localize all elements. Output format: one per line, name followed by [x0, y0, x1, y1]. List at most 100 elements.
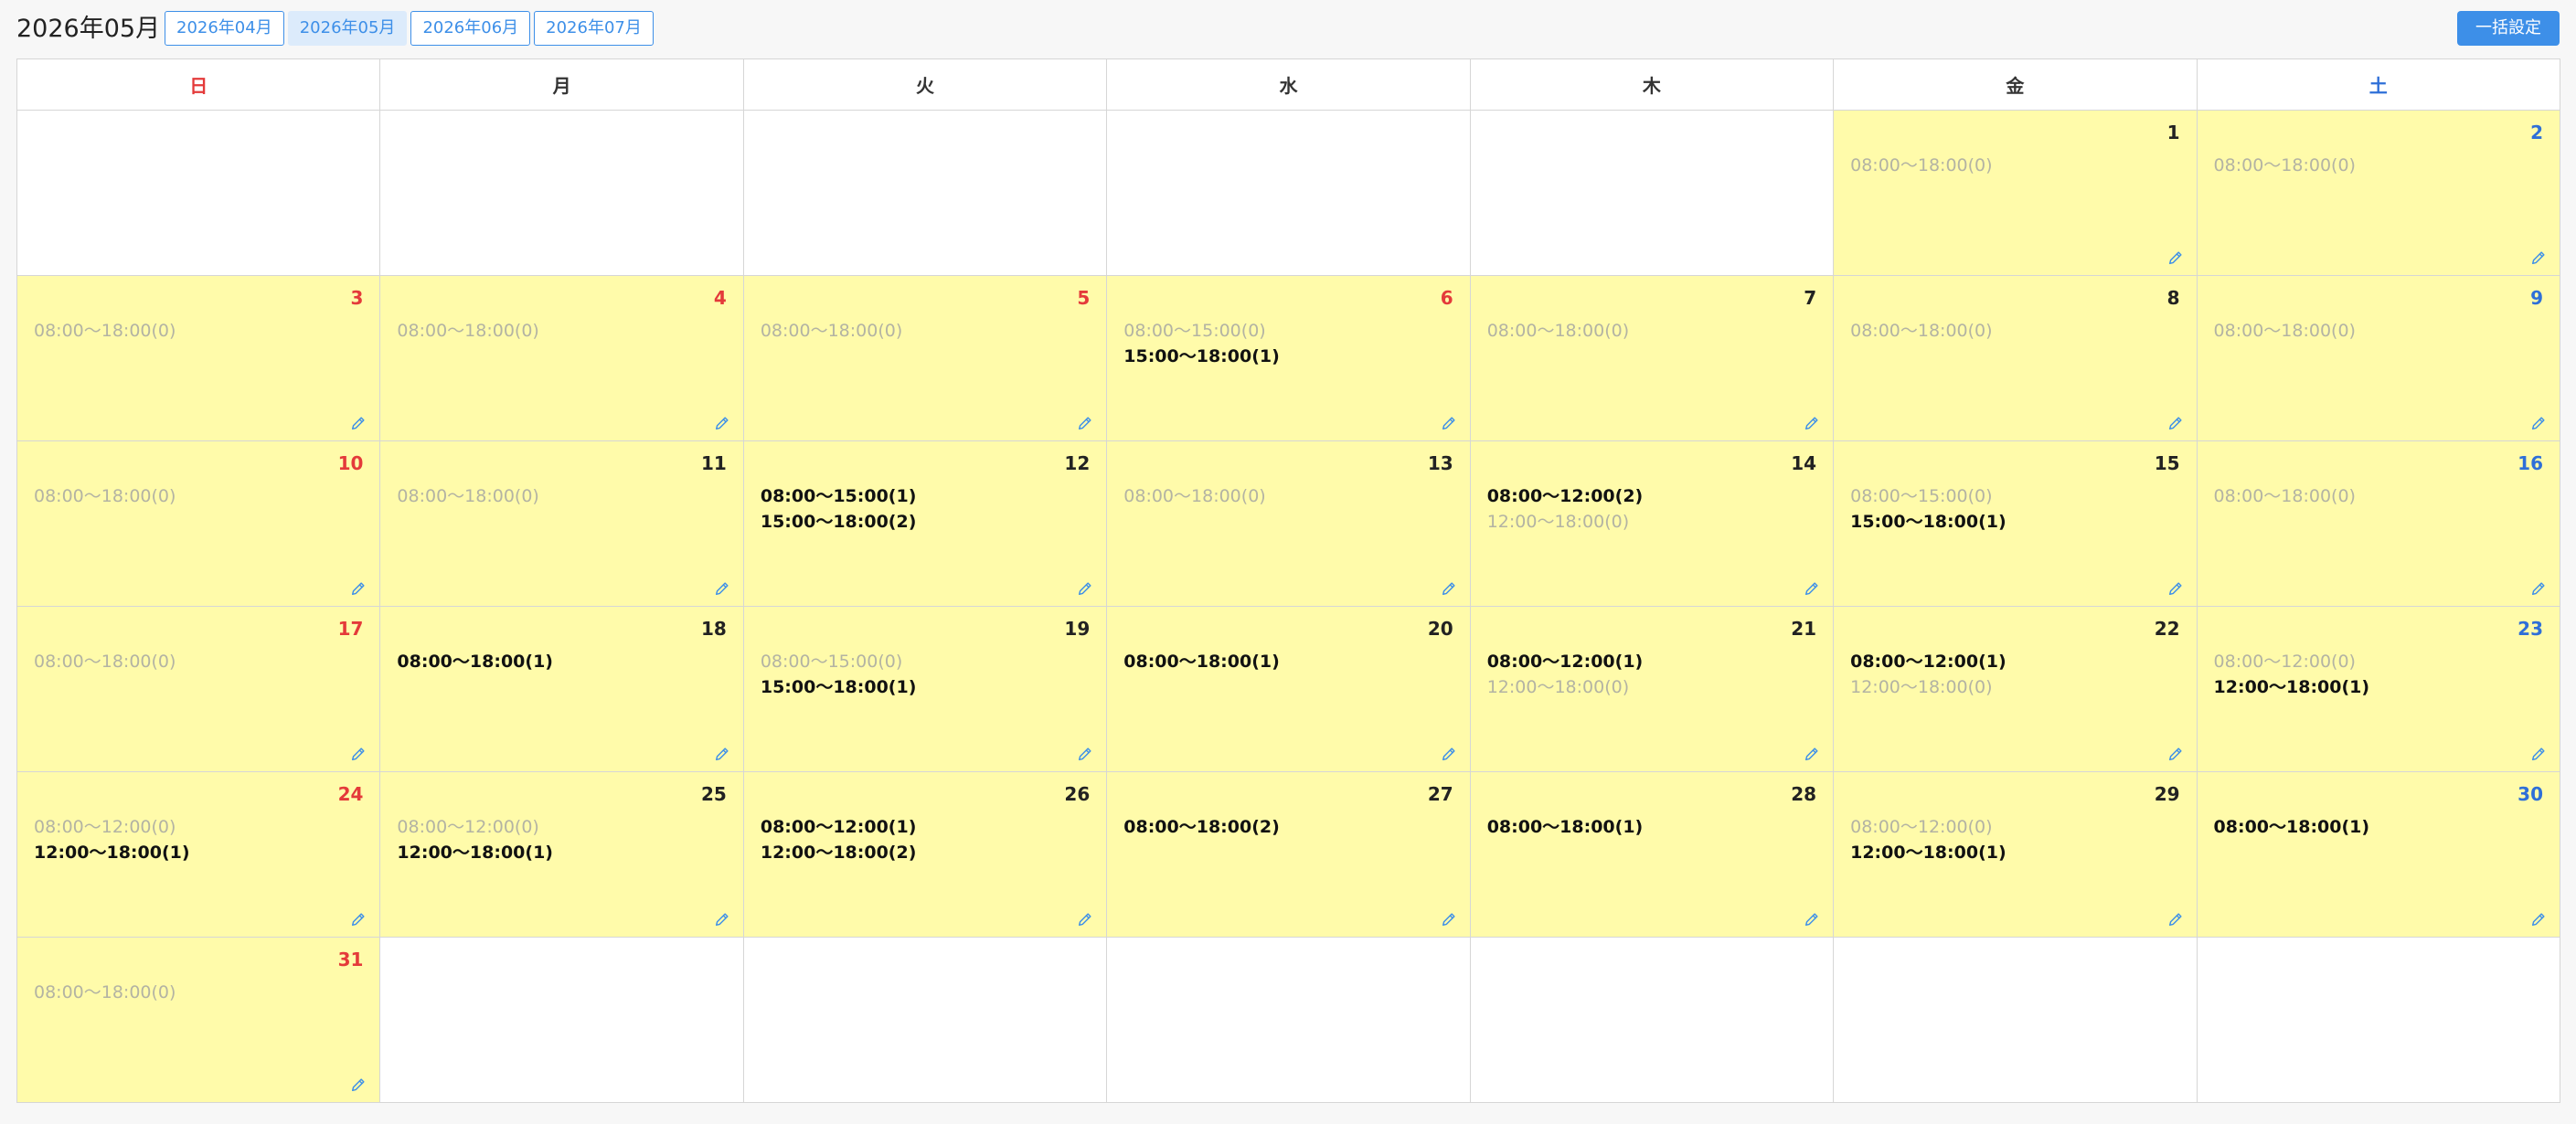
bulk-settings-button[interactable]: 一括設定	[2457, 11, 2560, 46]
calendar-day-cell[interactable]: 15 08:00〜15:00(0) 15:00〜18:00(1)	[1833, 440, 2198, 607]
time-slot[interactable]: 08:00〜12:00(0)	[34, 814, 363, 840]
calendar-day-cell[interactable]: 12 08:00〜15:00(1) 15:00〜18:00(2)	[742, 440, 1108, 607]
pencil-icon[interactable]	[2530, 249, 2547, 266]
time-slot[interactable]: 08:00〜18:00(0)	[34, 318, 363, 344]
calendar-day-cell[interactable]: 29 08:00〜12:00(0) 12:00〜18:00(1)	[1833, 771, 2198, 938]
time-slot[interactable]: 08:00〜18:00(0)	[34, 980, 363, 1005]
pencil-icon[interactable]	[2530, 746, 2547, 762]
pencil-icon[interactable]	[1804, 415, 1820, 431]
pencil-icon[interactable]	[1441, 415, 1457, 431]
pencil-icon[interactable]	[350, 415, 367, 431]
time-slot[interactable]: 08:00〜18:00(0)	[34, 483, 363, 509]
time-slot[interactable]: 08:00〜15:00(1)	[761, 483, 1090, 509]
calendar-day-cell[interactable]: 31 08:00〜18:00(0)	[16, 937, 381, 1103]
calendar-day-cell[interactable]: 9 08:00〜18:00(0)	[2196, 275, 2561, 441]
time-slot[interactable]: 08:00〜18:00(0)	[397, 483, 726, 509]
calendar-day-cell[interactable]: 27 08:00〜18:00(2)	[1106, 771, 1471, 938]
calendar-day-cell[interactable]: 4 08:00〜18:00(0)	[379, 275, 744, 441]
pencil-icon[interactable]	[714, 911, 730, 928]
pencil-icon[interactable]	[2167, 911, 2184, 928]
time-slot[interactable]: 08:00〜15:00(0)	[1850, 483, 2179, 509]
pencil-icon[interactable]	[350, 911, 367, 928]
pencil-icon[interactable]	[2530, 911, 2547, 928]
time-slot[interactable]: 08:00〜18:00(0)	[2214, 318, 2543, 344]
calendar-day-cell[interactable]: 8 08:00〜18:00(0)	[1833, 275, 2198, 441]
calendar-day-cell[interactable]: 20 08:00〜18:00(1)	[1106, 606, 1471, 772]
calendar-day-cell[interactable]: 18 08:00〜18:00(1)	[379, 606, 744, 772]
pencil-icon[interactable]	[1804, 580, 1820, 597]
calendar-day-cell[interactable]: 21 08:00〜12:00(1) 12:00〜18:00(0)	[1469, 606, 1835, 772]
time-slot[interactable]: 08:00〜15:00(0)	[761, 649, 1090, 674]
time-slot[interactable]: 12:00〜18:00(1)	[397, 840, 726, 865]
time-slot[interactable]: 08:00〜18:00(0)	[1123, 483, 1453, 509]
time-slot[interactable]: 08:00〜12:00(1)	[761, 814, 1090, 840]
calendar-day-cell[interactable]: 26 08:00〜12:00(1) 12:00〜18:00(2)	[742, 771, 1108, 938]
month-button-2[interactable]: 2026年06月	[410, 11, 531, 46]
time-slot[interactable]: 08:00〜18:00(1)	[2214, 814, 2543, 840]
pencil-icon[interactable]	[1441, 580, 1457, 597]
pencil-icon[interactable]	[2530, 415, 2547, 431]
time-slot[interactable]: 08:00〜12:00(1)	[1850, 649, 2179, 674]
pencil-icon[interactable]	[2167, 249, 2184, 266]
calendar-day-cell[interactable]: 3 08:00〜18:00(0)	[16, 275, 381, 441]
time-slot[interactable]: 08:00〜18:00(0)	[2214, 483, 2543, 509]
pencil-icon[interactable]	[1077, 911, 1093, 928]
pencil-icon[interactable]	[1441, 911, 1457, 928]
pencil-icon[interactable]	[714, 746, 730, 762]
calendar-day-cell[interactable]: 11 08:00〜18:00(0)	[379, 440, 744, 607]
time-slot[interactable]: 08:00〜18:00(0)	[1850, 153, 2179, 178]
calendar-day-cell[interactable]: 25 08:00〜12:00(0) 12:00〜18:00(1)	[379, 771, 744, 938]
calendar-day-cell[interactable]: 10 08:00〜18:00(0)	[16, 440, 381, 607]
time-slot[interactable]: 15:00〜18:00(1)	[1123, 344, 1453, 369]
time-slot[interactable]: 12:00〜18:00(0)	[1487, 509, 1816, 535]
calendar-day-cell[interactable]: 7 08:00〜18:00(0)	[1469, 275, 1835, 441]
pencil-icon[interactable]	[2167, 746, 2184, 762]
calendar-day-cell[interactable]: 2 08:00〜18:00(0)	[2196, 110, 2561, 276]
time-slot[interactable]: 08:00〜18:00(1)	[397, 649, 726, 674]
pencil-icon[interactable]	[2530, 580, 2547, 597]
month-button-3[interactable]: 2026年07月	[534, 11, 654, 46]
calendar-day-cell[interactable]: 1 08:00〜18:00(0)	[1833, 110, 2198, 276]
time-slot[interactable]: 08:00〜18:00(1)	[1123, 649, 1453, 674]
time-slot[interactable]: 08:00〜12:00(0)	[397, 814, 726, 840]
time-slot[interactable]: 08:00〜18:00(0)	[397, 318, 726, 344]
pencil-icon[interactable]	[1077, 580, 1093, 597]
pencil-icon[interactable]	[714, 415, 730, 431]
calendar-day-cell[interactable]: 17 08:00〜18:00(0)	[16, 606, 381, 772]
time-slot[interactable]: 08:00〜18:00(1)	[1487, 814, 1816, 840]
time-slot[interactable]: 08:00〜18:00(0)	[2214, 153, 2543, 178]
pencil-icon[interactable]	[1077, 746, 1093, 762]
time-slot[interactable]: 12:00〜18:00(1)	[1850, 840, 2179, 865]
calendar-day-cell[interactable]: 24 08:00〜12:00(0) 12:00〜18:00(1)	[16, 771, 381, 938]
time-slot[interactable]: 08:00〜18:00(2)	[1123, 814, 1453, 840]
time-slot[interactable]: 15:00〜18:00(2)	[761, 509, 1090, 535]
calendar-day-cell[interactable]: 22 08:00〜12:00(1) 12:00〜18:00(0)	[1833, 606, 2198, 772]
time-slot[interactable]: 12:00〜18:00(2)	[761, 840, 1090, 865]
calendar-day-cell[interactable]: 6 08:00〜15:00(0) 15:00〜18:00(1)	[1106, 275, 1471, 441]
pencil-icon[interactable]	[1804, 746, 1820, 762]
time-slot[interactable]: 08:00〜18:00(0)	[761, 318, 1090, 344]
pencil-icon[interactable]	[1804, 911, 1820, 928]
calendar-day-cell[interactable]: 19 08:00〜15:00(0) 15:00〜18:00(1)	[742, 606, 1108, 772]
time-slot[interactable]: 08:00〜18:00(0)	[34, 649, 363, 674]
time-slot[interactable]: 15:00〜18:00(1)	[761, 674, 1090, 700]
calendar-day-cell[interactable]: 5 08:00〜18:00(0)	[742, 275, 1108, 441]
time-slot[interactable]: 12:00〜18:00(0)	[1850, 674, 2179, 700]
pencil-icon[interactable]	[1077, 415, 1093, 431]
pencil-icon[interactable]	[714, 580, 730, 597]
calendar-day-cell[interactable]: 23 08:00〜12:00(0) 12:00〜18:00(1)	[2196, 606, 2561, 772]
month-button-0[interactable]: 2026年04月	[165, 11, 284, 46]
month-button-1[interactable]: 2026年05月	[287, 11, 408, 46]
pencil-icon[interactable]	[350, 1076, 367, 1093]
calendar-day-cell[interactable]: 13 08:00〜18:00(0)	[1106, 440, 1471, 607]
time-slot[interactable]: 08:00〜18:00(0)	[1487, 318, 1816, 344]
time-slot[interactable]: 15:00〜18:00(1)	[1850, 509, 2179, 535]
pencil-icon[interactable]	[2167, 415, 2184, 431]
time-slot[interactable]: 08:00〜12:00(1)	[1487, 649, 1816, 674]
time-slot[interactable]: 08:00〜12:00(0)	[2214, 649, 2543, 674]
time-slot[interactable]: 12:00〜18:00(1)	[34, 840, 363, 865]
pencil-icon[interactable]	[1441, 746, 1457, 762]
pencil-icon[interactable]	[350, 580, 367, 597]
time-slot[interactable]: 08:00〜12:00(2)	[1487, 483, 1816, 509]
calendar-day-cell[interactable]: 16 08:00〜18:00(0)	[2196, 440, 2561, 607]
